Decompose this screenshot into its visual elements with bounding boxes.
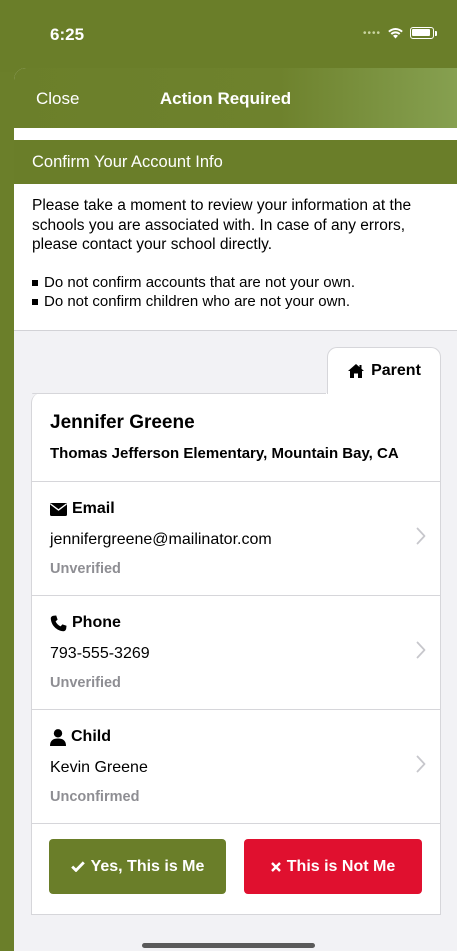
email-row[interactable]: Email jennifergreene@mailinator.com Unve… bbox=[32, 482, 440, 597]
account-name: Jennifer Greene bbox=[50, 411, 195, 433]
status-icons: •••• bbox=[363, 27, 437, 39]
phone-status: Unverified bbox=[50, 675, 121, 692]
warning-list: Do not confirm accounts that are not you… bbox=[32, 273, 439, 312]
phone-label-line: Phone bbox=[50, 614, 422, 632]
tab-parent[interactable]: Parent bbox=[327, 346, 441, 394]
nav-title: Action Required bbox=[159, 89, 292, 108]
tab-label: Parent bbox=[371, 361, 421, 379]
child-label-line: Child bbox=[50, 728, 422, 746]
account-card: Jennifer Greene Thomas Jefferson Element… bbox=[31, 392, 441, 916]
phone-icon bbox=[50, 615, 67, 631]
email-status: Unverified bbox=[50, 561, 121, 578]
chevron-right-icon bbox=[416, 755, 426, 773]
email-value: jennifergreene@mailinator.com bbox=[50, 531, 272, 549]
chevron-right-icon bbox=[416, 527, 426, 545]
reject-button[interactable]: This is Not Me bbox=[244, 839, 422, 895]
tab-row: Parent bbox=[14, 346, 457, 394]
intro-block: Please take a moment to review your info… bbox=[14, 184, 457, 330]
close-icon bbox=[270, 861, 281, 872]
divider bbox=[14, 329, 457, 331]
person-icon bbox=[50, 728, 66, 746]
email-label: Email bbox=[72, 500, 115, 518]
child-label: Child bbox=[71, 728, 111, 746]
status-time: 6:25 bbox=[50, 25, 85, 44]
reject-label: This is Not Me bbox=[286, 857, 396, 875]
status-bar: 6:25 •••• bbox=[0, 0, 457, 72]
modal-sheet: Close Action Required Confirm Your Accou… bbox=[14, 68, 457, 951]
bullet-square-icon bbox=[32, 299, 38, 306]
card-top-border bbox=[32, 392, 326, 394]
envelope-icon bbox=[50, 502, 67, 516]
warning-text: Do not confirm children who are not your… bbox=[44, 293, 350, 311]
wifi-icon bbox=[388, 28, 403, 39]
confirm-label: Yes, This is Me bbox=[90, 857, 205, 875]
action-buttons: Yes, This is Me This is Not Me bbox=[32, 824, 440, 914]
battery-tip bbox=[435, 30, 437, 36]
intro-text: Please take a moment to review your info… bbox=[32, 197, 412, 254]
phone-value: 793-555-3269 bbox=[50, 645, 150, 663]
child-value: Kevin Greene bbox=[50, 759, 148, 777]
bullet-square-icon bbox=[32, 279, 38, 286]
warning-item: Do not confirm accounts that are not you… bbox=[32, 273, 439, 293]
confirm-button[interactable]: Yes, This is Me bbox=[49, 839, 226, 895]
child-row[interactable]: Child Kevin Greene Unconfirmed bbox=[32, 710, 440, 825]
phone-label: Phone bbox=[72, 614, 121, 632]
signal-dots-icon: •••• bbox=[362, 27, 381, 39]
section-header: Confirm Your Account Info bbox=[14, 140, 457, 184]
warning-item: Do not confirm children who are not your… bbox=[32, 292, 439, 312]
home-icon bbox=[348, 363, 365, 378]
school-name: Thomas Jefferson Elementary, Mountain Ba… bbox=[50, 444, 399, 462]
home-indicator[interactable] bbox=[142, 943, 315, 948]
warning-text: Do not confirm accounts that are not you… bbox=[44, 273, 355, 291]
email-label-line: Email bbox=[50, 500, 422, 518]
account-header: Jennifer Greene Thomas Jefferson Element… bbox=[32, 393, 440, 483]
checkmark-icon bbox=[70, 861, 85, 873]
child-status: Unconfirmed bbox=[50, 789, 140, 806]
chevron-right-icon bbox=[416, 641, 426, 659]
phone-row[interactable]: Phone 793-555-3269 Unverified bbox=[32, 596, 440, 711]
nav-spacer bbox=[14, 128, 457, 140]
battery-icon bbox=[410, 27, 434, 39]
nav-bar: Close Action Required bbox=[14, 68, 457, 128]
